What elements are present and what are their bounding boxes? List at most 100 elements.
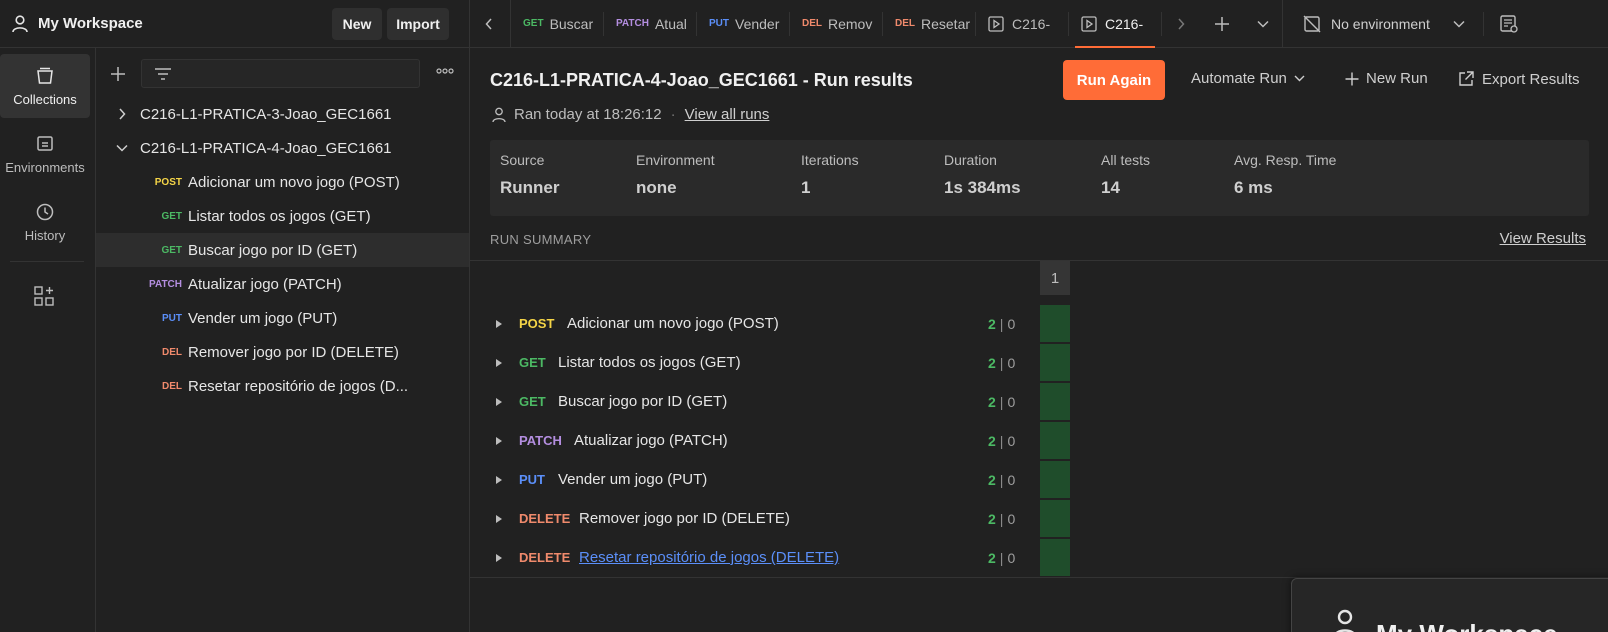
result-row[interactable]: GET Buscar jogo por ID (GET) 2 | 0	[470, 382, 1070, 421]
tab-method: DEL	[802, 18, 822, 29]
iteration-result-cell[interactable]	[1040, 383, 1070, 420]
new-button[interactable]: New	[332, 8, 382, 40]
result-name: Buscar jogo por ID (GET)	[558, 393, 728, 410]
collection-item[interactable]: C216-L1-PRATICA-4-Joao_GEC1661	[96, 131, 469, 165]
caret-right-icon[interactable]	[496, 319, 502, 328]
result-method: POST	[519, 316, 555, 331]
tab-list-button[interactable]	[1244, 0, 1282, 48]
tab-scroll-left-button[interactable]	[470, 0, 508, 48]
caret-right-icon[interactable]	[496, 358, 502, 367]
passed-count: 2	[988, 549, 996, 566]
iteration-column-header[interactable]: 1	[1040, 261, 1070, 295]
tab-label: C216-	[1012, 15, 1051, 32]
pass-fail-count: 2 | 0	[988, 355, 1015, 371]
collection-item[interactable]: C216-L1-PRATICA-3-Joao_GEC1661	[96, 97, 469, 131]
filter-input[interactable]	[141, 59, 420, 88]
tab-scroll-right-button[interactable]	[1162, 0, 1200, 48]
tab-7[interactable]: C216-	[1069, 0, 1161, 48]
failed-count: 0	[1007, 510, 1016, 527]
tab-5[interactable]: DEL Resetar	[883, 0, 975, 48]
collection-name: C216-L1-PRATICA-3-Joao_GEC1661	[140, 105, 392, 123]
result-row[interactable]: GET Listar todos os jogos (GET) 2 | 0	[470, 343, 1070, 382]
tab-4[interactable]: DEL Remov	[790, 0, 882, 48]
chevron-left-icon	[485, 17, 493, 30]
request-item[interactable]: PUT Vender um jogo (PUT)	[96, 301, 469, 335]
result-name: Adicionar um novo jogo (POST)	[567, 315, 779, 332]
caret-right-icon[interactable]	[496, 397, 502, 406]
caret-right-icon[interactable]	[496, 553, 502, 562]
chevron-right-icon[interactable]	[114, 108, 130, 120]
rail-label: History	[24, 227, 66, 243]
request-item[interactable]: PATCH Atualizar jogo (PATCH)	[96, 267, 469, 301]
tab-1[interactable]: GET Buscar	[511, 0, 603, 48]
chevron-down-icon	[1453, 20, 1465, 28]
request-item[interactable]: DEL Resetar repositório de jogos (D...	[96, 369, 469, 403]
tab-2[interactable]: PATCH Atual	[604, 0, 696, 48]
new-tab-button[interactable]	[1200, 0, 1244, 48]
tab-method: PATCH	[616, 18, 649, 29]
request-name: Buscar jogo por ID (GET)	[188, 241, 358, 259]
request-item[interactable]: GET Listar todos os jogos (GET)	[96, 199, 469, 233]
result-row[interactable]: DELETE Resetar repositório de jogos (DELE…	[470, 538, 1070, 577]
request-name: Listar todos os jogos (GET)	[188, 207, 371, 225]
environment-quick-look-button[interactable]	[1484, 0, 1534, 48]
chevron-down-icon[interactable]	[114, 144, 130, 152]
tab-6[interactable]: C216-	[976, 0, 1068, 48]
page-title: C216-L1-PRATICA-4-Joao_GEC1661 - Run res…	[490, 70, 913, 90]
left-rail: Collections Environments History	[0, 48, 96, 632]
caret-right-icon[interactable]	[496, 436, 502, 445]
tab-method: GET	[523, 18, 544, 29]
result-name: Vender um jogo (PUT)	[558, 471, 708, 488]
result-row[interactable]: PATCH Atualizar jogo (PATCH) 2 | 0	[470, 421, 1070, 460]
count-separator: |	[999, 393, 1004, 410]
result-method: PATCH	[519, 433, 562, 448]
caret-right-icon[interactable]	[496, 475, 502, 484]
result-row[interactable]: DELETE Remover jogo por ID (DELETE) 2 | 0	[470, 499, 1070, 538]
count-separator: |	[999, 549, 1004, 566]
iteration-result-cell[interactable]	[1040, 344, 1070, 381]
result-row[interactable]: PUT Vender um jogo (PUT) 2 | 0	[470, 460, 1070, 499]
iteration-result-cell[interactable]	[1040, 500, 1070, 537]
tab-method: PUT	[709, 18, 729, 29]
iteration-result-cell[interactable]	[1040, 422, 1070, 459]
failed-count: 0	[1007, 549, 1016, 566]
tab-3[interactable]: PUT Vender	[697, 0, 789, 48]
rail-environments[interactable]: Environments	[0, 122, 90, 186]
view-results-link[interactable]: View Results	[1500, 230, 1586, 247]
more-options-button[interactable]	[436, 68, 454, 74]
tab-bar: GET Buscar PATCH Atual PUT Vender DEL Remov DEL R…	[470, 0, 1608, 48]
environment-selector[interactable]: No environment	[1283, 0, 1483, 48]
request-method: DEL	[162, 380, 182, 392]
result-row[interactable]: POST Adicionar um novo jogo (POST) 2 | 0	[470, 304, 1070, 343]
plus-icon	[1345, 72, 1359, 86]
iteration-result-cell[interactable]	[1040, 305, 1070, 342]
rail-collections[interactable]: Collections	[0, 54, 90, 118]
more-horizontal-icon	[436, 68, 454, 74]
request-method: PATCH	[149, 278, 182, 290]
request-method: PUT	[162, 312, 182, 324]
tab-label: Vender	[735, 15, 780, 32]
apps-grid-icon	[33, 285, 55, 307]
user-icon	[492, 107, 506, 123]
caret-right-icon[interactable]	[496, 514, 502, 523]
view-all-runs-link[interactable]: View all runs	[685, 106, 770, 123]
automate-run-button[interactable]: Automate Run	[1191, 70, 1305, 87]
iteration-result-cell[interactable]	[1040, 539, 1070, 576]
request-item[interactable]: POST Adicionar um novo jogo (POST)	[96, 165, 469, 199]
add-collection-button[interactable]	[110, 66, 126, 82]
new-run-button[interactable]: New Run	[1345, 70, 1428, 87]
result-name[interactable]: Resetar repositório de jogos (DELETE)	[579, 549, 839, 566]
import-button[interactable]: Import	[387, 8, 449, 40]
iteration-result-cell[interactable]	[1040, 461, 1070, 498]
rail-history[interactable]: History	[0, 190, 90, 254]
collections-icon	[35, 66, 55, 92]
run-again-button[interactable]: Run Again	[1063, 60, 1165, 100]
export-results-button[interactable]: Export Results	[1457, 70, 1580, 88]
request-item[interactable]: DEL Remover jogo por ID (DELETE)	[96, 335, 469, 369]
configure-workbench-button[interactable]	[33, 285, 55, 307]
failed-count: 0	[1007, 432, 1016, 449]
request-item[interactable]: GET Buscar jogo por ID (GET)	[96, 233, 469, 267]
request-method: POST	[154, 176, 182, 188]
workspace-title[interactable]: My Workspace	[38, 15, 143, 32]
pass-fail-count: 2 | 0	[988, 550, 1015, 566]
